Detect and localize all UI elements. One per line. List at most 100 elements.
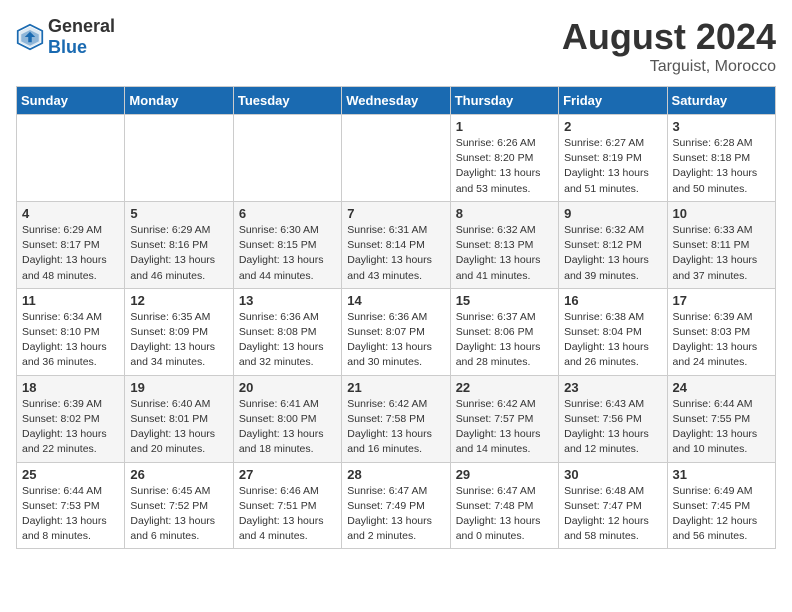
day-number: 18	[22, 380, 119, 395]
calendar-cell: 22Sunrise: 6:42 AM Sunset: 7:57 PM Dayli…	[450, 375, 558, 462]
day-info: Sunrise: 6:39 AM Sunset: 8:03 PM Dayligh…	[673, 310, 770, 371]
day-info: Sunrise: 6:36 AM Sunset: 8:07 PM Dayligh…	[347, 310, 444, 371]
day-info: Sunrise: 6:39 AM Sunset: 8:02 PM Dayligh…	[22, 397, 119, 458]
day-info: Sunrise: 6:49 AM Sunset: 7:45 PM Dayligh…	[673, 484, 770, 545]
calendar-body: 1 Sunrise: 6:26 AM Sunset: 8:20 PM Daylig…	[17, 115, 776, 549]
day-number: 8	[456, 206, 553, 221]
day-info: Sunrise: 6:42 AM Sunset: 7:58 PM Dayligh…	[347, 397, 444, 458]
day-number: 5	[130, 206, 227, 221]
calendar-cell: 11 Sunrise: 6:34 AM Sunset: 8:10 PM Dayli…	[17, 288, 125, 375]
day-number: 13	[239, 293, 336, 308]
calendar-cell: 6 Sunrise: 6:30 AM Sunset: 8:15 PM Daylig…	[233, 201, 341, 288]
day-number: 2	[564, 119, 661, 134]
calendar-cell: 20 Sunrise: 6:41 AM Sunset: 8:00 PM Dayli…	[233, 375, 341, 462]
calendar-cell: 27 Sunrise: 6:46 AM Sunset: 7:51 PM Dayli…	[233, 462, 341, 549]
calendar-cell: 24Sunrise: 6:44 AM Sunset: 7:55 PM Dayli…	[667, 375, 775, 462]
day-number: 12	[130, 293, 227, 308]
day-info: Sunrise: 6:38 AM Sunset: 8:04 PM Dayligh…	[564, 310, 661, 371]
page-header: General Blue August 2024 Targuist, Moroc…	[16, 16, 776, 76]
day-number: 23	[564, 380, 661, 395]
calendar-cell: 9 Sunrise: 6:32 AM Sunset: 8:12 PM Daylig…	[559, 201, 667, 288]
day-number: 27	[239, 467, 336, 482]
month-year: August 2024	[562, 16, 776, 58]
day-info: Sunrise: 6:35 AM Sunset: 8:09 PM Dayligh…	[130, 310, 227, 371]
calendar-cell: 3 Sunrise: 6:28 AM Sunset: 8:18 PM Daylig…	[667, 115, 775, 202]
day-number: 11	[22, 293, 119, 308]
day-number: 28	[347, 467, 444, 482]
calendar-cell: 5 Sunrise: 6:29 AM Sunset: 8:16 PM Daylig…	[125, 201, 233, 288]
header-sunday: Sunday	[17, 87, 125, 115]
calendar-cell: 16 Sunrise: 6:38 AM Sunset: 8:04 PM Dayli…	[559, 288, 667, 375]
header-monday: Monday	[125, 87, 233, 115]
week-row-3: 11 Sunrise: 6:34 AM Sunset: 8:10 PM Dayli…	[17, 288, 776, 375]
day-number: 3	[673, 119, 770, 134]
day-number: 20	[239, 380, 336, 395]
day-info: Sunrise: 6:36 AM Sunset: 8:08 PM Dayligh…	[239, 310, 336, 371]
day-info: Sunrise: 6:32 AM Sunset: 8:12 PM Dayligh…	[564, 223, 661, 284]
day-number: 22	[456, 380, 553, 395]
day-info: Sunrise: 6:44 AM Sunset: 7:53 PM Dayligh…	[22, 484, 119, 545]
calendar-cell: 15Sunrise: 6:37 AM Sunset: 8:06 PM Dayli…	[450, 288, 558, 375]
location: Targuist, Morocco	[562, 58, 776, 76]
day-number: 1	[456, 119, 553, 134]
day-number: 14	[347, 293, 444, 308]
day-number: 24	[673, 380, 770, 395]
day-info: Sunrise: 6:27 AM Sunset: 8:19 PM Dayligh…	[564, 136, 661, 197]
day-number: 19	[130, 380, 227, 395]
logo-text: General Blue	[48, 16, 115, 58]
day-number: 21	[347, 380, 444, 395]
logo: General Blue	[16, 16, 115, 58]
calendar-cell: 8 Sunrise: 6:32 AM Sunset: 8:13 PM Daylig…	[450, 201, 558, 288]
day-info: Sunrise: 6:45 AM Sunset: 7:52 PM Dayligh…	[130, 484, 227, 545]
logo-icon	[16, 23, 44, 51]
day-number: 17	[673, 293, 770, 308]
header-thursday: Thursday	[450, 87, 558, 115]
day-number: 25	[22, 467, 119, 482]
day-number: 16	[564, 293, 661, 308]
calendar-cell: 13 Sunrise: 6:36 AM Sunset: 8:08 PM Dayli…	[233, 288, 341, 375]
calendar-cell: 30Sunrise: 6:48 AM Sunset: 7:47 PM Dayli…	[559, 462, 667, 549]
calendar-cell: 26 Sunrise: 6:45 AM Sunset: 7:52 PM Dayli…	[125, 462, 233, 549]
day-number: 26	[130, 467, 227, 482]
header-wednesday: Wednesday	[342, 87, 450, 115]
calendar-cell	[17, 115, 125, 202]
calendar-table: SundayMondayTuesdayWednesdayThursdayFrid…	[16, 86, 776, 549]
day-info: Sunrise: 6:32 AM Sunset: 8:13 PM Dayligh…	[456, 223, 553, 284]
day-info: Sunrise: 6:41 AM Sunset: 8:00 PM Dayligh…	[239, 397, 336, 458]
header-saturday: Saturday	[667, 87, 775, 115]
day-info: Sunrise: 6:31 AM Sunset: 8:14 PM Dayligh…	[347, 223, 444, 284]
calendar-cell: 28 Sunrise: 6:47 AM Sunset: 7:49 PM Dayli…	[342, 462, 450, 549]
calendar-cell: 12 Sunrise: 6:35 AM Sunset: 8:09 PM Dayli…	[125, 288, 233, 375]
day-info: Sunrise: 6:29 AM Sunset: 8:16 PM Dayligh…	[130, 223, 227, 284]
calendar-cell: 19 Sunrise: 6:40 AM Sunset: 8:01 PM Dayli…	[125, 375, 233, 462]
day-number: 30	[564, 467, 661, 482]
calendar-cell: 10Sunrise: 6:33 AM Sunset: 8:11 PM Dayli…	[667, 201, 775, 288]
calendar-cell: 7 Sunrise: 6:31 AM Sunset: 8:14 PM Daylig…	[342, 201, 450, 288]
calendar-cell: 18 Sunrise: 6:39 AM Sunset: 8:02 PM Dayli…	[17, 375, 125, 462]
day-info: Sunrise: 6:30 AM Sunset: 8:15 PM Dayligh…	[239, 223, 336, 284]
day-info: Sunrise: 6:26 AM Sunset: 8:20 PM Dayligh…	[456, 136, 553, 197]
calendar-cell: 2 Sunrise: 6:27 AM Sunset: 8:19 PM Daylig…	[559, 115, 667, 202]
calendar-cell	[125, 115, 233, 202]
day-number: 9	[564, 206, 661, 221]
calendar-cell: 21 Sunrise: 6:42 AM Sunset: 7:58 PM Dayli…	[342, 375, 450, 462]
calendar-cell: 1 Sunrise: 6:26 AM Sunset: 8:20 PM Daylig…	[450, 115, 558, 202]
calendar-cell: 14 Sunrise: 6:36 AM Sunset: 8:07 PM Dayli…	[342, 288, 450, 375]
day-info: Sunrise: 6:37 AM Sunset: 8:06 PM Dayligh…	[456, 310, 553, 371]
calendar-cell: 31Sunrise: 6:49 AM Sunset: 7:45 PM Dayli…	[667, 462, 775, 549]
week-row-2: 4Sunrise: 6:29 AM Sunset: 8:17 PM Daylig…	[17, 201, 776, 288]
day-info: Sunrise: 6:47 AM Sunset: 7:49 PM Dayligh…	[347, 484, 444, 545]
day-number: 6	[239, 206, 336, 221]
day-info: Sunrise: 6:28 AM Sunset: 8:18 PM Dayligh…	[673, 136, 770, 197]
day-info: Sunrise: 6:46 AM Sunset: 7:51 PM Dayligh…	[239, 484, 336, 545]
calendar-cell: 4Sunrise: 6:29 AM Sunset: 8:17 PM Daylig…	[17, 201, 125, 288]
calendar-cell: 23Sunrise: 6:43 AM Sunset: 7:56 PM Dayli…	[559, 375, 667, 462]
calendar-cell: 25 Sunrise: 6:44 AM Sunset: 7:53 PM Dayli…	[17, 462, 125, 549]
day-number: 4	[22, 206, 119, 221]
week-row-4: 18 Sunrise: 6:39 AM Sunset: 8:02 PM Dayli…	[17, 375, 776, 462]
day-info: Sunrise: 6:34 AM Sunset: 8:10 PM Dayligh…	[22, 310, 119, 371]
day-info: Sunrise: 6:40 AM Sunset: 8:01 PM Dayligh…	[130, 397, 227, 458]
day-info: Sunrise: 6:33 AM Sunset: 8:11 PM Dayligh…	[673, 223, 770, 284]
day-number: 7	[347, 206, 444, 221]
week-row-1: 1 Sunrise: 6:26 AM Sunset: 8:20 PM Daylig…	[17, 115, 776, 202]
